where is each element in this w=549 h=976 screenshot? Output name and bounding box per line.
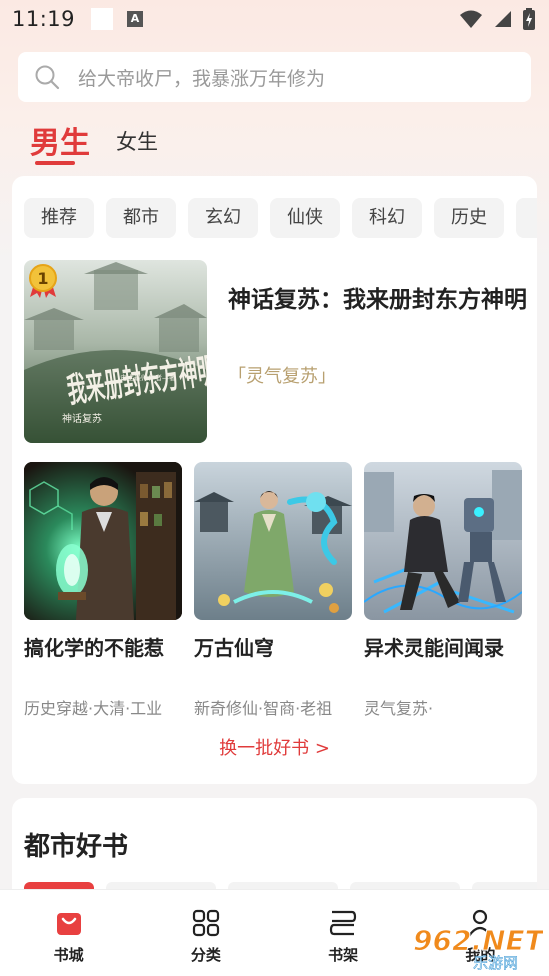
rank-number: 1 bbox=[37, 269, 48, 288]
book-card[interactable]: 异术灵能间闻录 灵气复苏· bbox=[364, 462, 522, 719]
featured-book-title[interactable]: 神话复苏：我来册封东方神明 bbox=[228, 282, 528, 318]
cover-small-title: 神话复苏 bbox=[62, 412, 102, 425]
watermark-logo: 962.NET 乐游网 bbox=[413, 924, 544, 973]
status-time: 11:19 bbox=[12, 7, 76, 31]
a-icon: A bbox=[127, 11, 144, 27]
book-card[interactable]: 万古仙穹 新奇修仙·智商·老祖 bbox=[194, 462, 352, 719]
book-title[interactable]: 搞化学的不能惹 bbox=[24, 632, 182, 661]
battery-icon bbox=[523, 8, 535, 30]
category-chip-urban[interactable]: 都市 bbox=[106, 198, 176, 238]
section-title: 都市好书 bbox=[24, 832, 129, 862]
nav-item-category[interactable]: 分类 bbox=[161, 908, 251, 965]
nav-label: 书架 bbox=[328, 946, 359, 964]
tab-female[interactable]: 女生 bbox=[116, 126, 158, 156]
book-tags: 历史穿越·大清·工业 bbox=[24, 699, 163, 718]
bag-icon bbox=[56, 913, 81, 935]
book-title[interactable]: 万古仙穹 bbox=[194, 632, 352, 661]
book-cover[interactable] bbox=[24, 462, 182, 620]
category-chip-recommend[interactable]: 推荐 bbox=[24, 198, 94, 238]
status-bar: 11:19 A bbox=[0, 0, 549, 38]
category-chips: 推荐 都市 玄幻 仙侠 科幻 历史 bbox=[24, 198, 537, 238]
search-bar[interactable]: 给大帝收尸，我暴涨万年修为 bbox=[18, 52, 531, 102]
book-cover[interactable] bbox=[364, 462, 522, 620]
search-icon bbox=[35, 65, 60, 90]
featured-book-tag: 「灵气复苏」 bbox=[228, 366, 336, 387]
svg-text:乐游网: 乐游网 bbox=[473, 954, 518, 972]
tab-indicator bbox=[35, 161, 75, 165]
category-chip-scifi[interactable]: 科幻 bbox=[352, 198, 422, 238]
book-title[interactable]: 异术灵能间闻录 bbox=[364, 632, 522, 661]
status-indicators bbox=[459, 8, 535, 30]
category-chip-xianxia[interactable]: 仙侠 bbox=[270, 198, 340, 238]
book-tags: 新奇修仙·智商·老祖 bbox=[194, 699, 333, 718]
tab-male[interactable]: 男生 bbox=[30, 118, 90, 162]
signal-icon bbox=[495, 11, 511, 27]
category-chip-history[interactable]: 历史 bbox=[434, 198, 504, 238]
recommend-card: 推荐 都市 玄幻 仙侠 科幻 历史 我来册封东方神明 史上最帅作者—著 神话复苏… bbox=[12, 176, 537, 784]
nav-label: 书城 bbox=[53, 946, 84, 964]
refresh-books-link[interactable]: 换一批好书 > bbox=[12, 734, 537, 760]
featured-book-cover[interactable]: 我来册封东方神明 史上最帅作者—著 神话复苏 1 bbox=[24, 260, 207, 443]
nav-label: 分类 bbox=[190, 946, 221, 964]
shelf-icon bbox=[330, 910, 357, 936]
wifi-icon bbox=[460, 10, 482, 28]
svg-text:962.NET: 962.NET bbox=[413, 924, 543, 957]
category-chip-more[interactable] bbox=[516, 198, 537, 238]
rank-badge-icon: 1 bbox=[29, 264, 57, 298]
nav-item-bookstore[interactable]: 书城 bbox=[24, 908, 114, 965]
book-cover[interactable] bbox=[194, 462, 352, 620]
category-chip-fantasy[interactable]: 玄幻 bbox=[188, 198, 258, 238]
book-card[interactable]: 搞化学的不能惹 历史穿越·大清·工业 bbox=[24, 462, 182, 719]
cover-author: 史上最帅作者—著 bbox=[120, 373, 176, 382]
nav-item-bookshelf[interactable]: 书架 bbox=[298, 908, 388, 965]
search-placeholder: 给大帝收尸，我暴涨万年修为 bbox=[78, 67, 326, 90]
book-tags: 灵气复苏· bbox=[364, 699, 434, 718]
notification-icon bbox=[91, 8, 114, 30]
grid-icon bbox=[192, 909, 219, 937]
